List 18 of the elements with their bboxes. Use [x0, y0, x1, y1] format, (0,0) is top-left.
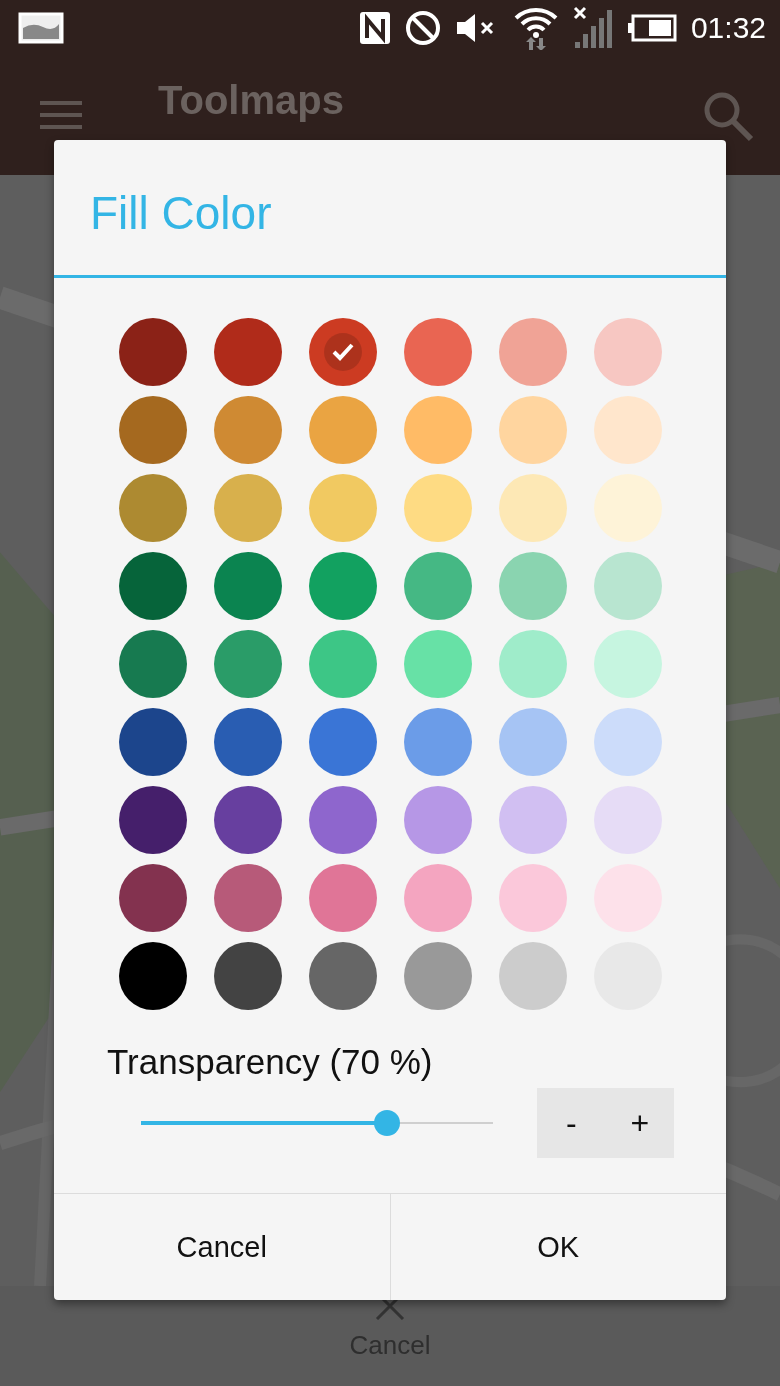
checkmark-icon — [324, 333, 362, 371]
slider-thumb[interactable] — [374, 1110, 401, 1136]
image-notification-icon — [18, 12, 64, 44]
menu-icon[interactable] — [40, 100, 82, 130]
ok-button[interactable]: OK — [389, 1194, 726, 1300]
decrease-button[interactable]: - — [537, 1088, 606, 1158]
signal-icon — [572, 6, 613, 50]
cancel-button[interactable]: Cancel — [54, 1194, 390, 1300]
battery-icon — [626, 14, 677, 42]
search-icon[interactable] — [702, 90, 754, 142]
clock-time: 01:32 — [690, 11, 766, 45]
blocked-icon — [404, 10, 441, 46]
increase-button[interactable]: + — [605, 1088, 674, 1158]
nfc-icon — [358, 11, 391, 45]
dialog-title: Fill Color — [54, 140, 726, 278]
wifi-icon — [512, 6, 559, 50]
transparency-label: Transparency (70 %) — [107, 1042, 434, 1082]
app-title: Toolmaps — [158, 78, 344, 123]
